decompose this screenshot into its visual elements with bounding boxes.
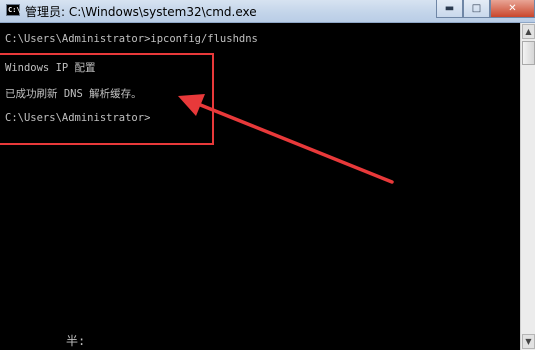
close-button[interactable]: ✕	[490, 0, 535, 18]
console-line-command: C:\Users\Administrator>ipconfig/flushdns	[5, 33, 258, 45]
maximize-button[interactable]: □	[463, 0, 490, 18]
scrollbar-thumb[interactable]	[522, 41, 535, 65]
scroll-up-arrow-icon[interactable]: ▲	[522, 24, 535, 39]
vertical-scrollbar[interactable]: ▲ ▼	[520, 23, 535, 350]
window-controls: ▬ □ ✕	[436, 0, 535, 20]
scroll-down-arrow-icon[interactable]: ▼	[522, 334, 535, 349]
title-bar[interactable]: C:\ 管理员: C:\Windows\system32\cmd.exe ▬ □…	[0, 0, 535, 23]
minimize-button[interactable]: ▬	[436, 0, 463, 18]
annotation-highlight-box	[0, 53, 214, 145]
cmd-icon: C:\	[6, 4, 21, 16]
window-title: 管理员: C:\Windows\system32\cmd.exe	[25, 5, 257, 19]
ime-status: 半:	[66, 334, 86, 348]
